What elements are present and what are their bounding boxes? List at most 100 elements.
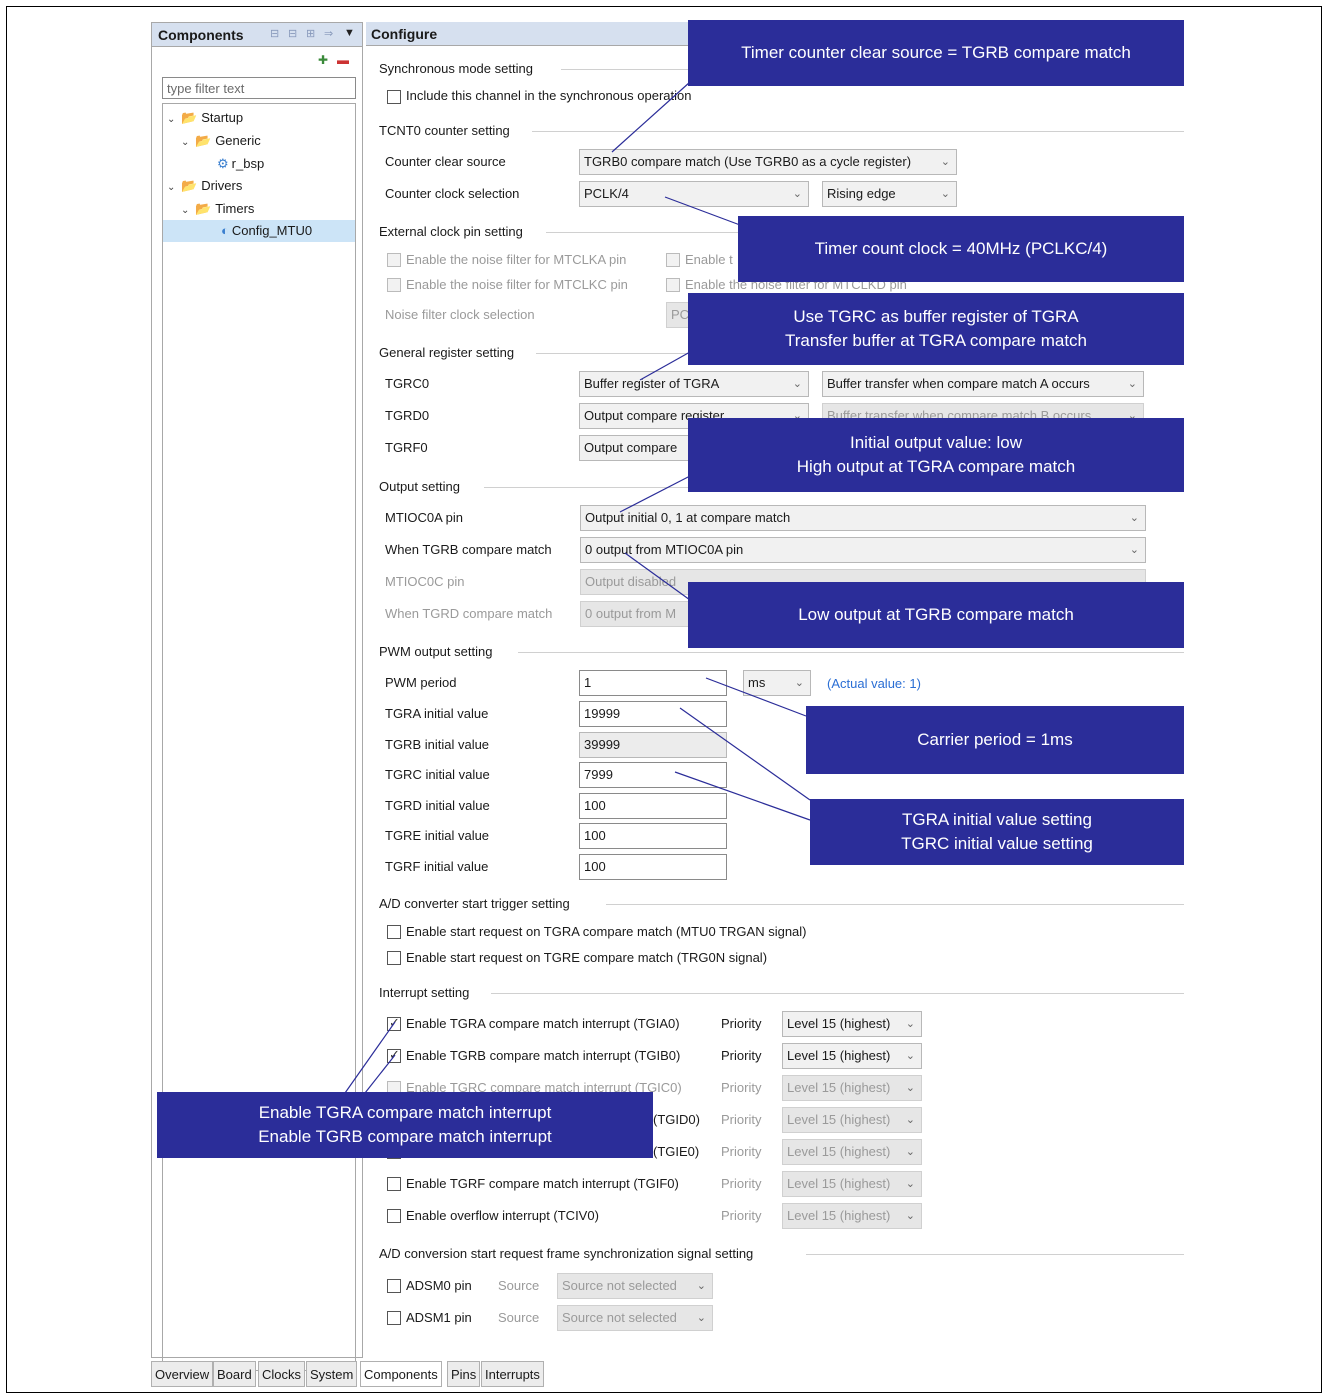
- tree-label: Config_MTU0: [231, 223, 313, 238]
- callout-text: Enable TGRA compare match interrupt: [258, 1103, 552, 1122]
- tree-item-r-bsp[interactable]: ⚙ r_bsp: [217, 153, 264, 175]
- tab-overview[interactable]: Overview: [151, 1361, 214, 1387]
- tgrf-init-label: TGRF initial value: [385, 859, 489, 874]
- select-value: Output initial 0, 1 at compare match: [585, 510, 791, 525]
- chevron-down-icon: ⌄: [905, 1018, 915, 1030]
- tgra-init-label: TGRA initial value: [385, 706, 489, 721]
- tgre-init-label: TGRE initial value: [385, 828, 490, 843]
- pwm-period-input[interactable]: 1: [579, 670, 727, 696]
- tgrb-compare-select[interactable]: 0 output from MTIOC0A pin ⌄: [580, 537, 1146, 563]
- select-value: 0 output from M: [585, 606, 677, 621]
- chevron-down-icon[interactable]: ⌄: [181, 132, 195, 154]
- callout-text: Enable TGRB compare match interrupt: [258, 1127, 552, 1146]
- tgrc-init-input[interactable]: 7999: [579, 762, 727, 788]
- priority-select[interactable]: Level 15 (highest) ⌄: [782, 1075, 922, 1101]
- mtioc0a-select[interactable]: Output initial 0, 1 at compare match ⌄: [580, 505, 1146, 531]
- interrupt-label: (TGID0): [653, 1112, 700, 1127]
- tgre-init-input[interactable]: 100: [579, 823, 727, 849]
- remove-component-icon[interactable]: ▬: [337, 53, 349, 67]
- chevron-down-icon[interactable]: ⌄: [167, 177, 181, 199]
- chevron-down-icon: ⌄: [905, 1146, 915, 1158]
- check-icon: ✓: [389, 1047, 400, 1062]
- adsm1-source-select[interactable]: Source not selected ⌄: [557, 1305, 713, 1331]
- collapse-icon[interactable]: ⊟: [270, 27, 279, 40]
- counter-clear-select[interactable]: TGRB0 compare match (Use TGRB0 as a cycl…: [579, 149, 957, 175]
- tab-pins[interactable]: Pins: [447, 1361, 481, 1387]
- callout-carrier-period: Carrier period = 1ms: [806, 706, 1184, 774]
- chevron-down-icon[interactable]: ⌄: [167, 109, 181, 131]
- tgrb-init-input[interactable]: 39999: [579, 732, 727, 758]
- view-menu-icon[interactable]: ▼: [344, 27, 355, 39]
- filter-input[interactable]: [162, 77, 356, 99]
- tree-item-config-mtu0[interactable]: ◐ Config_MTU0: [163, 220, 355, 242]
- callout-text: Carrier period = 1ms: [917, 730, 1073, 749]
- tgrc0-mode-select[interactable]: Buffer register of TGRA ⌄: [579, 371, 809, 397]
- tab-system[interactable]: System: [306, 1361, 358, 1387]
- link-icon[interactable]: ⇒: [324, 27, 333, 40]
- mtioc0a-label: MTIOC0A pin: [385, 510, 464, 525]
- callout-count-clock: Timer count clock = 40MHz (PCLKC/4): [738, 216, 1184, 282]
- select-value: PC: [671, 307, 690, 322]
- noise-filter-c-checkbox[interactable]: [387, 278, 401, 292]
- interrupt-label: Enable TGRA compare match interrupt (TGI…: [406, 1016, 680, 1031]
- folder-icon: 📂: [195, 133, 212, 148]
- callout-text: Transfer buffer at TGRA compare match: [784, 331, 1088, 350]
- tgrd-compare-select[interactable]: 0 output from M: [580, 601, 700, 627]
- priority-select[interactable]: Level 15 (highest) ⌄: [782, 1139, 922, 1165]
- chevron-down-icon: ⌄: [792, 188, 802, 200]
- tab-components[interactable]: Components: [360, 1361, 442, 1387]
- select-value: Source not selected: [562, 1310, 677, 1325]
- adsm0-source-select[interactable]: Source not selected ⌄: [557, 1273, 713, 1299]
- interrupt-checkbox[interactable]: ✓: [387, 1047, 401, 1063]
- minimize-icon[interactable]: ⊟: [288, 27, 297, 40]
- adsm0-checkbox[interactable]: [387, 1279, 401, 1293]
- sync-checkbox[interactable]: [387, 90, 401, 104]
- ad-tgre-checkbox[interactable]: [387, 951, 401, 965]
- callout-text: TGRA initial value setting: [902, 810, 1092, 829]
- tgrc0-transfer-select[interactable]: Buffer transfer when compare match A occ…: [822, 371, 1144, 397]
- priority-select[interactable]: Level 15 (highest) ⌄: [782, 1203, 922, 1229]
- tgra-init-input[interactable]: 19999: [579, 701, 727, 727]
- clock-edge-select[interactable]: Rising edge ⌄: [822, 181, 957, 207]
- add-component-icon[interactable]: ✚: [318, 53, 328, 67]
- priority-select[interactable]: Level 15 (highest) ⌄: [782, 1107, 922, 1133]
- chevron-down-icon: ⌄: [792, 378, 802, 390]
- expand-icon[interactable]: ⊞: [306, 27, 315, 40]
- section-adsm-title: A/D conversion start request frame synch…: [379, 1246, 754, 1261]
- tree-item-drivers[interactable]: ⌄ 📂 Drivers: [167, 175, 242, 197]
- tgrf-init-input[interactable]: 100: [579, 854, 727, 880]
- noise-filter-b-label: Enable t: [685, 252, 733, 267]
- interrupt-checkbox[interactable]: ✓: [387, 1015, 401, 1031]
- noise-filter-b-checkbox[interactable]: [666, 253, 680, 267]
- pwm-unit-select[interactable]: ms ⌄: [743, 670, 811, 696]
- tgrd-compare-label: When TGRD compare match: [385, 606, 553, 621]
- adsm1-checkbox[interactable]: [387, 1311, 401, 1325]
- chevron-down-icon: ⌄: [905, 1082, 915, 1094]
- noise-filter-a-checkbox[interactable]: [387, 253, 401, 267]
- chevron-down-icon: ⌄: [794, 677, 804, 689]
- priority-select[interactable]: Level 15 (highest) ⌄: [782, 1043, 922, 1069]
- chevron-down-icon[interactable]: ⌄: [181, 200, 195, 222]
- chevron-down-icon: ⌄: [940, 156, 950, 168]
- select-value: Rising edge: [827, 186, 896, 201]
- tab-interrupts[interactable]: Interrupts: [481, 1361, 544, 1387]
- noise-filter-d-checkbox[interactable]: [666, 278, 680, 292]
- tab-clocks[interactable]: Clocks: [258, 1361, 306, 1387]
- callout-text: Use TGRC as buffer register of TGRA: [793, 307, 1079, 326]
- adsm0-label: ADSM0 pin: [406, 1278, 472, 1293]
- tree-item-generic[interactable]: ⌄ 📂 Generic: [181, 130, 261, 152]
- tgrd-init-input[interactable]: 100: [579, 793, 727, 819]
- tree-item-startup[interactable]: ⌄ 📂 Startup: [167, 107, 243, 129]
- tab-board[interactable]: Board: [213, 1361, 256, 1387]
- interrupt-checkbox[interactable]: [387, 1177, 401, 1191]
- select-value: Level 15 (highest): [787, 1144, 891, 1159]
- callout-text: TGRC initial value setting: [901, 834, 1093, 853]
- chevron-down-icon: ⌄: [905, 1178, 915, 1190]
- interrupt-checkbox[interactable]: [387, 1209, 401, 1223]
- ad-tgra-checkbox[interactable]: [387, 925, 401, 939]
- priority-select[interactable]: Level 15 (highest) ⌄: [782, 1011, 922, 1037]
- tree-label: Generic: [215, 133, 261, 148]
- priority-select[interactable]: Level 15 (highest) ⌄: [782, 1171, 922, 1197]
- counter-clock-select[interactable]: PCLK/4 ⌄: [579, 181, 809, 207]
- tree-item-timers[interactable]: ⌄ 📂 Timers: [181, 198, 254, 220]
